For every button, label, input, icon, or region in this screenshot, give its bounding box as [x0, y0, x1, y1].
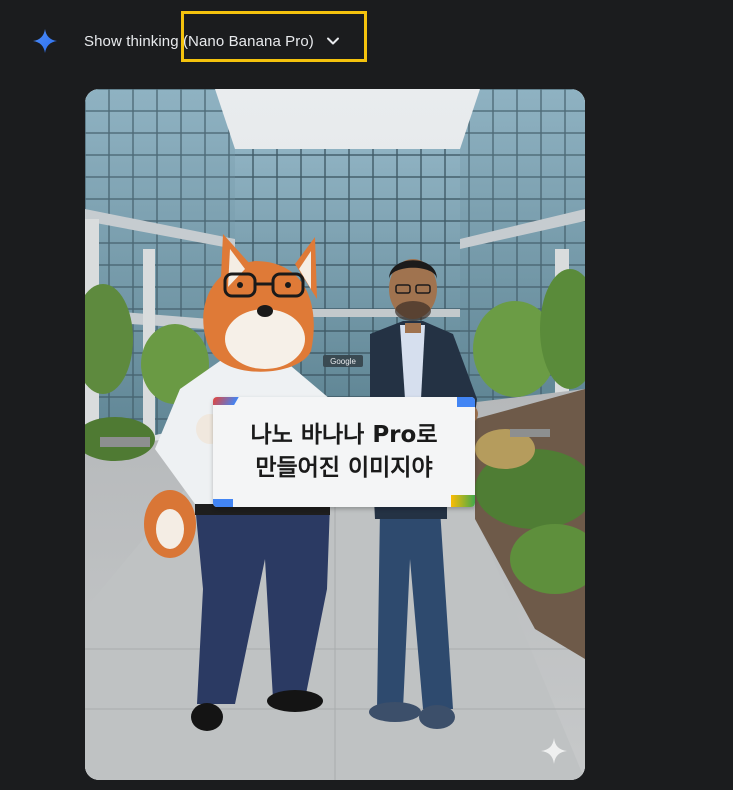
held-sign: 나노 바나나 Pro로 만들어진 이미지야	[213, 397, 475, 507]
chevron-down-icon	[326, 37, 339, 45]
sign-line-2: 만들어진 이미지야	[255, 455, 433, 481]
sparkle-watermark-icon	[541, 738, 567, 764]
gemini-response: Show thinking (Nano Banana Pro) Google 나…	[0, 0, 733, 790]
gemini-spark-icon	[33, 29, 57, 53]
show-thinking-label: Show thinking (Nano Banana Pro)	[84, 32, 314, 50]
sign-line-1: 나노 바나나 Pro로	[250, 422, 438, 448]
show-thinking-toggle[interactable]: Show thinking (Nano Banana Pro)	[84, 29, 340, 53]
building-google-sign: Google	[330, 357, 356, 366]
generated-image[interactable]: Google 나노 바나나 Pro로 만들어진 이미지야	[85, 89, 585, 780]
